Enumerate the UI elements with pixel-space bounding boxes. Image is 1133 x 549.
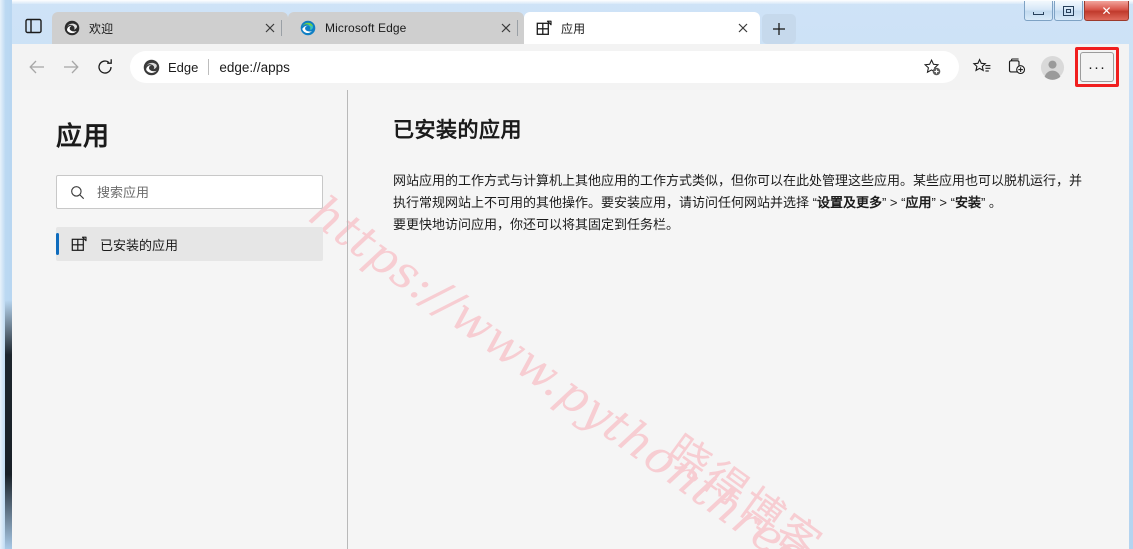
tab-close-button[interactable] — [732, 17, 754, 39]
tab-separator — [281, 20, 282, 36]
plus-icon — [773, 23, 785, 35]
avatar-icon — [1040, 55, 1064, 80]
window-caption-buttons: ✕ — [1023, 1, 1129, 21]
forward-button[interactable] — [54, 50, 88, 84]
omnibox-url-text: edge://apps — [219, 59, 290, 75]
desc-bold-settings: 设置及更多 — [816, 195, 882, 210]
sidebar-nav-list: 已安装的应用 — [12, 227, 347, 261]
add-favorite-button[interactable] — [917, 52, 947, 82]
tab-microsoft-edge[interactable]: Microsoft Edge — [288, 12, 524, 44]
tab-apps[interactable]: 应用 — [524, 12, 760, 44]
tab-strip: 欢迎 Microsoft Edge 应用 — [12, 4, 1129, 44]
settings-and-more-button[interactable]: ··· — [1080, 52, 1114, 82]
selection-indicator — [56, 233, 59, 255]
apps-icon — [536, 20, 552, 36]
refresh-button[interactable] — [88, 50, 122, 84]
toolbar-right-actions: ··· — [965, 47, 1121, 87]
close-button[interactable]: ✕ — [1084, 1, 1129, 21]
tab-title: 欢迎 — [89, 21, 114, 36]
tab-close-button[interactable] — [495, 17, 517, 39]
tab-title: 应用 — [561, 21, 586, 36]
edge-logo-icon — [142, 58, 160, 76]
address-bar[interactable]: Edge edge://apps — [130, 51, 959, 83]
tab-title: Microsoft Edge — [325, 21, 407, 35]
search-icon — [67, 182, 87, 202]
tabs-row: 欢迎 Microsoft Edge 应用 — [52, 12, 796, 44]
omnibox-divider — [208, 59, 210, 75]
desc-part-3: ” > “ — [931, 195, 955, 210]
main-panel: 已安装的应用 网站应用的工作方式与计算机上其他应用的工作方式类似，但你可以在此处… — [348, 90, 1129, 549]
apps-icon — [70, 235, 88, 253]
tab-welcome[interactable]: 欢迎 — [52, 12, 288, 44]
main-description: 网站应用的工作方式与计算机上其他应用的工作方式类似，但你可以在此处管理这些应用。… — [393, 170, 1083, 214]
content-row: 应用 搜索应用 已安装的应用 已安装的应用 网站应用的工作方式与计算机上其他应用… — [12, 90, 1129, 549]
search-apps-box[interactable] — [56, 175, 323, 209]
favorites-button[interactable] — [965, 50, 999, 84]
tab-separator — [517, 20, 518, 36]
minimize-button[interactable] — [1024, 1, 1053, 21]
refresh-icon — [98, 59, 112, 74]
browser-window: 欢迎 Microsoft Edge 应用 Edge edge://apps ··… — [12, 4, 1129, 549]
arrow-right-icon — [64, 60, 79, 74]
vertical-tabs-button[interactable] — [20, 14, 46, 38]
os-window: ✕ 欢迎 Microsoft Edge 应用 Edge edge://apps … — [0, 0, 1133, 549]
browser-toolbar: Edge edge://apps ··· — [12, 44, 1129, 90]
star-plus-icon — [923, 58, 940, 75]
main-heading: 已安装的应用 — [393, 119, 522, 142]
main-description-2: 要更快地访问应用，你还可以将其固定到任务栏。 — [393, 217, 680, 232]
tab-close-button[interactable] — [259, 17, 281, 39]
desc-bold-apps: 应用 — [905, 195, 932, 210]
arrow-left-icon — [29, 60, 44, 74]
search-apps-input[interactable] — [97, 184, 312, 200]
collections-button[interactable] — [999, 50, 1033, 84]
restore-icon — [1063, 5, 1074, 16]
desc-bold-install: 安装 — [954, 195, 981, 210]
close-icon: ✕ — [1101, 3, 1112, 18]
desc-part-4: ” 。 — [980, 195, 1002, 210]
vertical-tabs-icon — [24, 18, 42, 34]
profile-button[interactable] — [1035, 50, 1069, 84]
close-icon — [265, 23, 275, 33]
close-icon — [738, 23, 748, 33]
favorites-star-icon — [972, 58, 991, 72]
edge-logo-dark-icon — [64, 20, 80, 36]
omnibox-brand-label: Edge — [168, 59, 199, 75]
close-icon — [501, 23, 511, 33]
sidebar-item-label: 已安装的应用 — [100, 237, 179, 253]
desc-part-2: ” > “ — [881, 195, 906, 210]
window-left-shadow — [5, 300, 12, 549]
restore-button[interactable] — [1054, 1, 1083, 21]
edge-logo-icon — [300, 20, 316, 36]
back-button[interactable] — [20, 50, 54, 84]
more-button-highlight: ··· — [1075, 47, 1119, 87]
page-title: 应用 — [56, 121, 111, 151]
sidebar-item-installed-apps[interactable]: 已安装的应用 — [56, 227, 323, 261]
page-content: https://www.pythonthree.com 晓得博客 应用 搜索应用… — [12, 90, 1129, 549]
new-tab-button[interactable] — [762, 14, 796, 44]
apps-sidebar: 应用 搜索应用 已安装的应用 — [12, 90, 347, 549]
minimize-icon — [1033, 11, 1044, 15]
ellipsis-icon: ··· — [1088, 58, 1106, 76]
collections-icon — [1008, 58, 1026, 75]
